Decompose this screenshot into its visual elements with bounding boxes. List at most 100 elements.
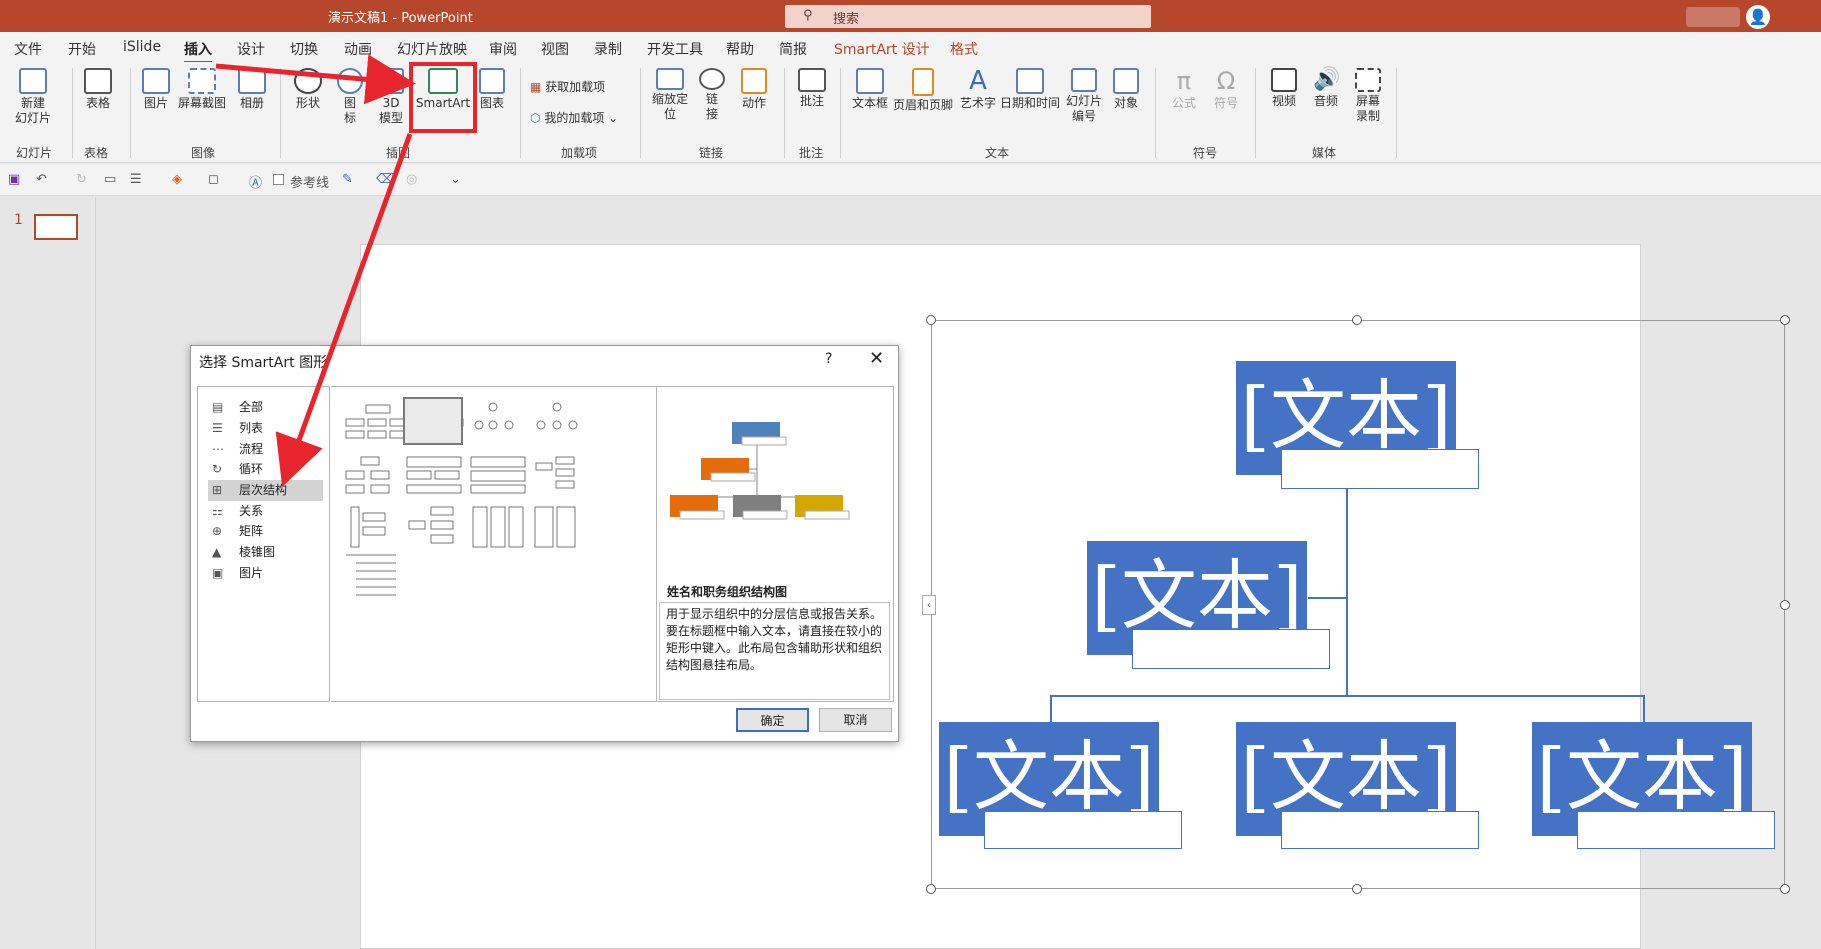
quick-access-toolbar: ▣ ↶ ↻ ▭ ☰ ◈ ◻ Ⓐ 参考线 ✎ ⌫ ◎ ⌄ — [0, 164, 1821, 196]
slide-thumbnails: 1 — [0, 197, 96, 949]
category-process[interactable]: ⋯ 流程 — [208, 439, 323, 460]
tab-slideshow[interactable]: 幻灯片放映 — [397, 39, 467, 59]
process-icon: ⋯ — [212, 442, 224, 456]
table-icon — [84, 68, 112, 94]
equation-button[interactable]: π 公式 — [1168, 68, 1200, 111]
my-addins-button[interactable]: ⬡ 我的加载项 ⌄ — [530, 109, 618, 126]
action-button[interactable]: 动作 — [737, 68, 771, 111]
category-hierarchy[interactable]: ⊞ 层次结构 — [208, 480, 323, 501]
tab-help[interactable]: 帮助 — [726, 39, 754, 59]
save-icon[interactable]: ▣ — [8, 172, 20, 187]
resize-handle[interactable] — [1780, 315, 1790, 325]
smartart-highlight-box — [409, 62, 477, 133]
resize-handle[interactable] — [1780, 884, 1790, 894]
layout-name-title-org-chart[interactable] — [403, 397, 463, 445]
resize-handle[interactable] — [1352, 315, 1362, 325]
datetime-button[interactable]: 日期和时间 — [1000, 68, 1060, 111]
cancel-button[interactable]: 取消 — [819, 708, 892, 732]
tab-format[interactable]: 格式 — [950, 39, 978, 59]
pen-icon[interactable]: ✎ — [342, 172, 353, 187]
group-addins: 加载项 — [561, 146, 598, 160]
screenshot-button[interactable]: 屏幕截图 — [176, 68, 228, 111]
new-slide-button[interactable]: 新建 幻灯片 — [8, 68, 58, 126]
slide-thumbnail[interactable] — [34, 214, 78, 240]
preview-title: 姓名和职务组织结构图 — [667, 585, 788, 599]
album-button[interactable]: 相册 — [234, 68, 270, 111]
comment-button[interactable]: 批注 — [795, 68, 829, 109]
org-node-top-subtitle[interactable] — [1281, 449, 1479, 489]
merge-shapes-icon[interactable]: ◎ — [406, 172, 417, 187]
chart-icon — [479, 68, 505, 94]
symbol-button[interactable]: Ω 符号 — [1210, 68, 1242, 111]
textbox-small-icon[interactable]: Ⓐ — [249, 172, 262, 191]
zoom-button[interactable]: 缩放定 位 — [650, 68, 690, 122]
tab-smartart-design[interactable]: SmartArt 设计 — [834, 39, 930, 59]
search-icon: ⚲ — [803, 8, 813, 23]
align-icon[interactable]: ☰ — [130, 172, 142, 187]
tab-record[interactable]: 录制 — [594, 39, 622, 59]
eraser-icon[interactable]: ⌫ — [376, 172, 394, 187]
tab-transitions[interactable]: 切换 — [290, 39, 318, 59]
screen-record-button[interactable]: 屏幕 录制 — [1352, 68, 1384, 124]
category-list-item[interactable]: ☰ 列表 — [208, 418, 323, 439]
header-footer-button[interactable]: 页眉和页脚 — [893, 68, 953, 113]
link-button[interactable]: 链 接 — [697, 68, 727, 122]
fill-color-icon[interactable]: ◈ — [172, 172, 182, 187]
expand-text-pane-icon[interactable]: ‹ — [922, 595, 936, 615]
tab-briefing[interactable]: 简报 — [779, 39, 807, 59]
undo-icon[interactable]: ↶ — [36, 172, 47, 187]
tab-insert[interactable]: 插入 — [184, 39, 212, 64]
category-pyramid[interactable]: ▲ 棱锥图 — [208, 542, 323, 563]
get-addins-button[interactable]: ▦ 获取加载项 — [530, 78, 605, 95]
3d-model-button[interactable]: 3D 模型 — [375, 68, 407, 126]
tab-animations[interactable]: 动画 — [344, 39, 372, 59]
category-picture[interactable]: ▣ 图片 — [208, 563, 323, 584]
slide-number-button[interactable]: 幻灯片 编号 — [1064, 68, 1104, 124]
picture-button[interactable]: 图片 — [138, 68, 174, 111]
preview-description: 用于显示组织中的分层信息或报告关系。要在标题框中输入文本，请直接在较小的矩形中键… — [659, 602, 890, 700]
org-node-assistant-subtitle[interactable] — [1132, 629, 1330, 669]
present-icon[interactable]: ▭ — [104, 172, 116, 187]
resize-handle[interactable] — [926, 315, 936, 325]
account-name[interactable] — [1686, 7, 1740, 27]
search-box[interactable]: ⚲ 搜索 — [785, 5, 1151, 28]
resize-handle[interactable] — [1352, 884, 1362, 894]
category-cycle[interactable]: ↻ 循环 — [208, 459, 323, 480]
tab-review[interactable]: 审阅 — [489, 39, 517, 59]
org-node-middle-subtitle[interactable] — [1281, 811, 1479, 849]
avatar-icon[interactable]: 👤 — [1746, 5, 1770, 29]
table-button[interactable]: 表格 — [78, 68, 118, 111]
shapes-button[interactable]: 形状 — [291, 68, 325, 111]
customize-qat-icon[interactable]: ⌄ — [450, 172, 461, 187]
chart-button[interactable]: 图表 — [476, 68, 508, 111]
redo-icon[interactable]: ↻ — [76, 172, 87, 187]
group-comments: 批注 — [799, 146, 824, 160]
ok-button[interactable]: 确定 — [736, 708, 809, 732]
textbox-button[interactable]: 文本框 — [850, 68, 890, 111]
tab-developer[interactable]: 开发工具 — [647, 39, 703, 59]
tab-islide[interactable]: iSlide — [123, 39, 161, 55]
shape-outline-icon[interactable]: ◻ — [208, 172, 219, 187]
org-node-right-subtitle[interactable] — [1577, 811, 1775, 849]
group-text: 文本 — [985, 146, 1010, 160]
tab-view[interactable]: 视图 — [541, 39, 569, 59]
resize-handle[interactable] — [926, 884, 936, 894]
icons-button[interactable]: 图 标 — [335, 68, 365, 126]
slide-number: 1 — [14, 212, 23, 228]
help-button[interactable]: ? — [825, 351, 832, 367]
close-button[interactable]: ✕ — [869, 348, 884, 369]
category-relationship[interactable]: ⚏ 关系 — [208, 501, 323, 522]
wordart-button[interactable]: A 艺术字 — [958, 68, 998, 111]
tab-design[interactable]: 设计 — [237, 39, 265, 59]
guides-checkbox[interactable] — [273, 174, 284, 185]
category-matrix[interactable]: ⊕ 矩阵 — [208, 521, 323, 542]
tab-home[interactable]: 开始 — [68, 39, 96, 59]
object-button[interactable]: 对象 — [1110, 68, 1142, 111]
resize-handle[interactable] — [1780, 600, 1790, 610]
org-node-left-subtitle[interactable] — [984, 811, 1182, 849]
tab-file[interactable]: 文件 — [14, 39, 42, 59]
audio-button[interactable]: 🔊 音频 — [1310, 68, 1342, 109]
list-icon: ☰ — [212, 421, 223, 435]
category-all[interactable]: ▤ 全部 — [208, 397, 323, 418]
video-button[interactable]: 视频 — [1268, 68, 1300, 109]
